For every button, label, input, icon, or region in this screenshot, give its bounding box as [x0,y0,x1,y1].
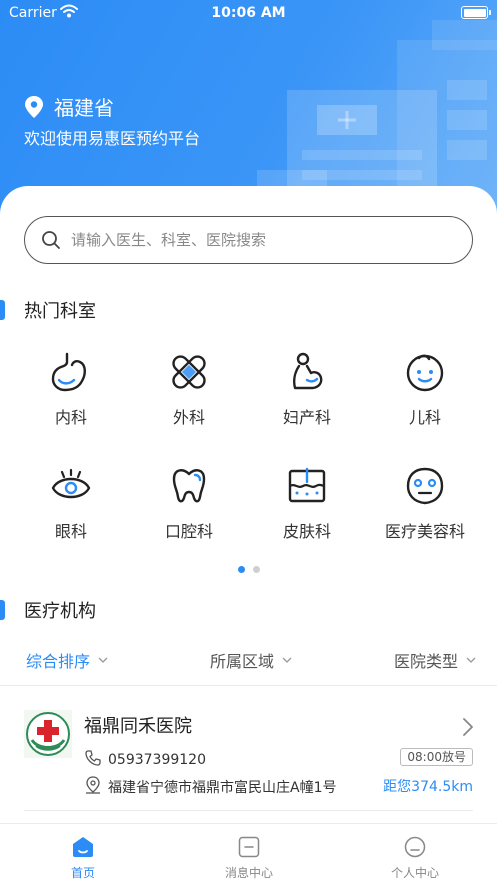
dept-pediatrics[interactable]: 儿科 [363,352,487,452]
stomach-icon [51,352,86,392]
bandage-icon [172,355,206,389]
tooth-icon [172,469,206,503]
dept-dermatology[interactable]: 皮肤科 [245,466,369,566]
pregnant-icon [293,352,323,390]
tab-home[interactable]: 首页 [0,824,166,883]
release-time-badge: 08:00放号 [400,748,473,766]
divider [24,810,473,811]
tab-label: 个人中心 [390,866,439,880]
search-icon [42,231,60,249]
eye-icon [51,468,91,499]
phone-icon [85,750,101,766]
chevron-down-icon [466,657,476,663]
hospital-phone[interactable]: 05937399120 [108,752,206,768]
dept-obstetrics[interactable]: 妇产科 [245,352,369,452]
dept-dental[interactable]: 口腔科 [127,466,251,566]
message-icon [238,836,260,858]
dept-ophthalmology[interactable]: 眼科 [9,466,133,566]
dept-label: 外科 [172,408,205,427]
dept-surgery[interactable]: 外科 [127,352,251,452]
user-icon [404,836,426,858]
filter-region[interactable]: 所属区域 [210,648,292,672]
search-input[interactable] [71,231,431,249]
dept-label: 口腔科 [164,522,213,541]
location-pin-icon [25,95,43,118]
filter-sort[interactable]: 综合排序 [26,648,108,672]
filter-bar: 综合排序 所属区域 医院类型 [0,640,497,680]
dept-label: 儿科 [408,408,441,427]
hospital-name: 福鼎同禾医院 [84,716,192,737]
dept-label: 眼科 [54,522,87,541]
dept-label: 妇产科 [282,408,331,427]
hospital-address: 福建省宁德市福鼎市富民山庄A幢1号 [108,780,337,796]
welcome-text: 欢迎使用易惠医预约平台 [24,129,201,148]
face-mask-icon [406,467,444,505]
filter-label: 综合排序 [26,652,91,671]
departments-title: 热门科室 [24,301,96,322]
tab-bar: 首页 消息中心 个人中心 [0,823,497,883]
chevron-down-icon [282,657,292,663]
dept-label: 皮肤科 [282,522,331,541]
search-bar[interactable] [24,216,473,264]
institutions-section-title: 医疗机构 [0,597,96,623]
hospital-logo [24,710,72,758]
section-accent-bar [0,300,5,320]
filter-label: 所属区域 [210,652,275,671]
filter-label: 医院类型 [394,652,459,671]
location-pin-icon [86,776,100,794]
departments-section-title: 热门科室 [0,297,96,323]
dept-internal-medicine[interactable]: 内科 [9,352,133,452]
pager-dot[interactable] [252,566,260,573]
skin-icon [288,467,326,503]
divider [0,685,497,686]
tab-profile[interactable]: 个人中心 [332,824,497,883]
tab-label: 首页 [70,866,95,880]
filter-hospital-type[interactable]: 医院类型 [394,648,476,672]
dept-cosmetic[interactable]: 医疗美容科 [363,466,487,566]
status-bar: Carrier 10:06 AM [0,0,497,26]
tab-label: 消息中心 [224,866,273,880]
dept-label: 医疗美容科 [384,522,465,541]
province-label: 福建省 [54,96,114,120]
pager-dots [0,566,497,573]
chevron-right-icon [463,718,473,736]
pager-dot-active[interactable] [237,566,245,573]
baby-face-icon [406,354,444,392]
hospital-card[interactable]: 福鼎同禾医院 05937399120 08:00放号 福建省宁德市福鼎市富民山庄… [0,700,497,810]
location-selector[interactable]: 福建省 [24,92,114,121]
institutions-title: 医疗机构 [24,601,96,622]
battery-icon [461,6,491,19]
tab-messages[interactable]: 消息中心 [166,824,332,883]
section-accent-bar [0,600,5,620]
clock: 10:06 AM [211,5,286,21]
chevron-down-icon [98,657,108,663]
hospital-distance: 距您374.5km [383,779,473,795]
dept-label: 内科 [54,408,87,427]
home-icon [73,837,93,857]
